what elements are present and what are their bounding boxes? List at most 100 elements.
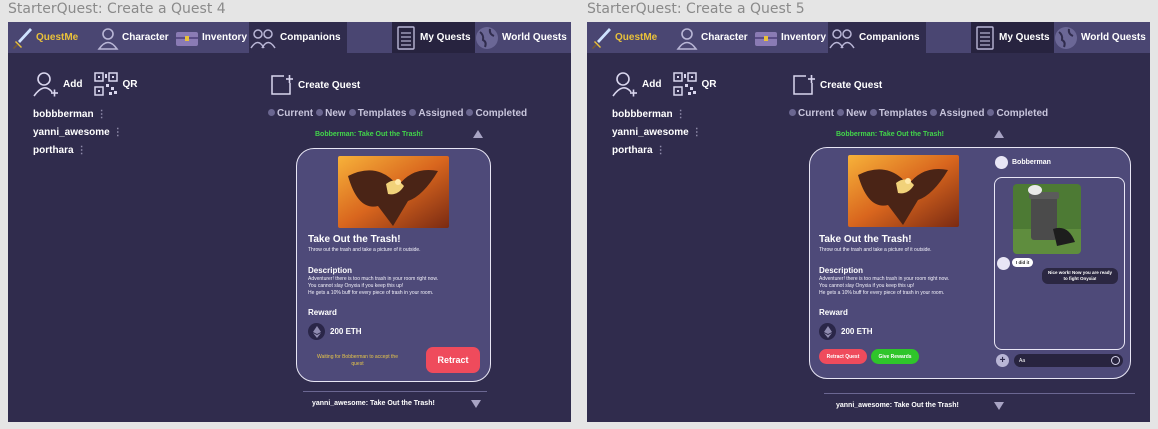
chest-icon xyxy=(755,31,777,46)
nav-my-quests[interactable]: My Quests xyxy=(971,22,1054,53)
create-quest-button[interactable]: Create Quest xyxy=(270,74,360,96)
reward-header: Reward xyxy=(819,308,848,317)
contact-name: porthara xyxy=(612,145,653,156)
nav-companions[interactable]: Companions xyxy=(249,22,347,53)
give-rewards-button[interactable]: Give Rewards xyxy=(871,349,919,364)
add-companion-button[interactable]: Add xyxy=(33,71,82,97)
nav-character[interactable]: Character xyxy=(676,22,748,53)
frame-title: StarterQuest: Create a Quest 4 xyxy=(8,1,226,17)
person-icon xyxy=(676,27,698,50)
retract-button[interactable]: Retract xyxy=(426,347,480,373)
quest-image xyxy=(338,156,449,228)
contact-name: yanni_awesome xyxy=(612,127,689,138)
nav-world-quests[interactable]: World Quests xyxy=(475,22,567,53)
chat-image[interactable] xyxy=(1013,184,1081,254)
expand-arrow-icon[interactable] xyxy=(994,402,1004,410)
active-quest-title[interactable]: Bobberman: Take Out the Trash! xyxy=(315,131,423,138)
contacts-panel: Add QR bobbberman ⋮ yanni_awesome ⋮ portha… xyxy=(612,71,716,157)
create-quest-label: Create Quest xyxy=(820,79,883,91)
quest-image xyxy=(848,155,959,227)
nav-world-quests[interactable]: World Quests xyxy=(1054,22,1146,53)
nav-questme[interactable]: QuestMe xyxy=(8,22,94,53)
globe-icon xyxy=(476,26,498,49)
qr-button[interactable]: QR xyxy=(673,72,716,96)
nav-companions[interactable]: Companions xyxy=(828,22,926,53)
contact-name: yanni_awesome xyxy=(33,127,110,138)
filter-current[interactable]: Current xyxy=(789,108,834,119)
more-options-icon[interactable]: ⋮ xyxy=(692,127,702,138)
app-frame: QuestMe Character Inventory Companions M… xyxy=(8,22,571,422)
more-options-icon[interactable]: ⋮ xyxy=(77,145,87,156)
sword-icon xyxy=(592,27,611,49)
description-header: Description xyxy=(819,266,864,275)
description-line: He gets a 10% buff for every piece of tr… xyxy=(308,290,434,296)
nav-label: Inventory xyxy=(202,32,248,43)
more-options-icon[interactable]: ⋮ xyxy=(656,145,666,156)
nav-inventory[interactable]: Inventory xyxy=(754,22,826,53)
expand-arrow-icon[interactable] xyxy=(471,400,481,408)
quest-card: Take Out the Trash! Throw out the trash … xyxy=(809,147,1131,379)
filter-label: Current xyxy=(277,108,314,119)
dot-icon xyxy=(316,109,324,116)
list-icon xyxy=(976,25,994,50)
active-quest-title[interactable]: Bobberman: Take Out the Trash! xyxy=(836,131,944,138)
quest-title: Take Out the Trash! xyxy=(819,234,912,245)
filter-label: New xyxy=(846,108,867,119)
nav-label: Inventory xyxy=(781,32,827,43)
chat-message-input[interactable]: Aa xyxy=(1014,354,1123,367)
chat-window: I did it Nice work! Now you are ready to… xyxy=(994,177,1125,350)
quest-list-item-title[interactable]: yanni_awesome: Take Out the Trash! xyxy=(312,400,435,407)
contact-item[interactable]: yanni_awesome ⋮ xyxy=(33,127,137,139)
nav-label: My Quests xyxy=(420,32,471,43)
qr-code-icon xyxy=(94,72,119,96)
add-attachment-icon[interactable]: + xyxy=(996,354,1009,367)
retract-quest-button[interactable]: Retract Quest xyxy=(819,349,867,364)
filter-assigned[interactable]: Assigned xyxy=(409,108,463,119)
filter-templates[interactable]: Templates xyxy=(348,108,407,119)
contact-item[interactable]: yanni_awesome ⋮ xyxy=(612,127,716,139)
filter-label: Templates xyxy=(357,108,407,119)
more-options-icon[interactable]: ⋮ xyxy=(676,109,686,120)
avatar xyxy=(995,156,1008,169)
nav-questme[interactable]: QuestMe xyxy=(587,22,673,53)
nav-label: World Quests xyxy=(502,32,567,43)
filter-new[interactable]: New xyxy=(316,108,346,119)
ethereum-icon xyxy=(819,323,836,340)
dot-icon xyxy=(930,109,938,116)
nav-character[interactable]: Character xyxy=(97,22,169,53)
qr-code-icon xyxy=(673,72,698,96)
description-line: He gets a 10% buff for every piece of tr… xyxy=(819,290,945,296)
filter-assigned[interactable]: Assigned xyxy=(930,108,984,119)
filter-completed[interactable]: Completed xyxy=(466,108,527,119)
nav-label: My Quests xyxy=(999,32,1050,43)
nav-label: Companions xyxy=(280,32,341,43)
avatar xyxy=(997,257,1010,270)
qr-button[interactable]: QR xyxy=(94,72,137,96)
more-options-icon[interactable]: ⋮ xyxy=(113,127,123,138)
contact-item[interactable]: porthara ⋮ xyxy=(33,145,137,157)
companions-icon xyxy=(829,28,855,48)
collapse-arrow-icon[interactable] xyxy=(994,130,1004,138)
contact-name: bobbberman xyxy=(33,109,94,120)
quest-list-item-title[interactable]: yanni_awesome: Take Out the Trash! xyxy=(836,402,959,409)
nav-inventory[interactable]: Inventory xyxy=(175,22,247,53)
create-quest-button[interactable]: Create Quest xyxy=(792,74,882,96)
add-companion-button[interactable]: Add xyxy=(612,71,661,97)
filter-templates[interactable]: Templates xyxy=(869,108,927,119)
emoji-icon[interactable] xyxy=(1111,356,1120,365)
filter-current[interactable]: Current xyxy=(268,108,313,119)
filter-label: New xyxy=(325,108,346,119)
contact-item[interactable]: bobbberman ⋮ xyxy=(612,109,716,121)
reward-header: Reward xyxy=(308,308,337,317)
contact-item[interactable]: bobbberman ⋮ xyxy=(33,109,137,121)
contact-item[interactable]: porthara ⋮ xyxy=(612,145,716,157)
filter-new[interactable]: New xyxy=(837,108,867,119)
divider xyxy=(824,393,1135,394)
dot-icon xyxy=(869,109,877,116)
add-document-icon xyxy=(271,75,293,95)
nav-my-quests[interactable]: My Quests xyxy=(392,22,475,53)
collapse-arrow-icon[interactable] xyxy=(473,130,483,138)
more-options-icon[interactable]: ⋮ xyxy=(97,109,107,120)
description-header: Description xyxy=(308,266,353,275)
filter-completed[interactable]: Completed xyxy=(987,108,1048,119)
